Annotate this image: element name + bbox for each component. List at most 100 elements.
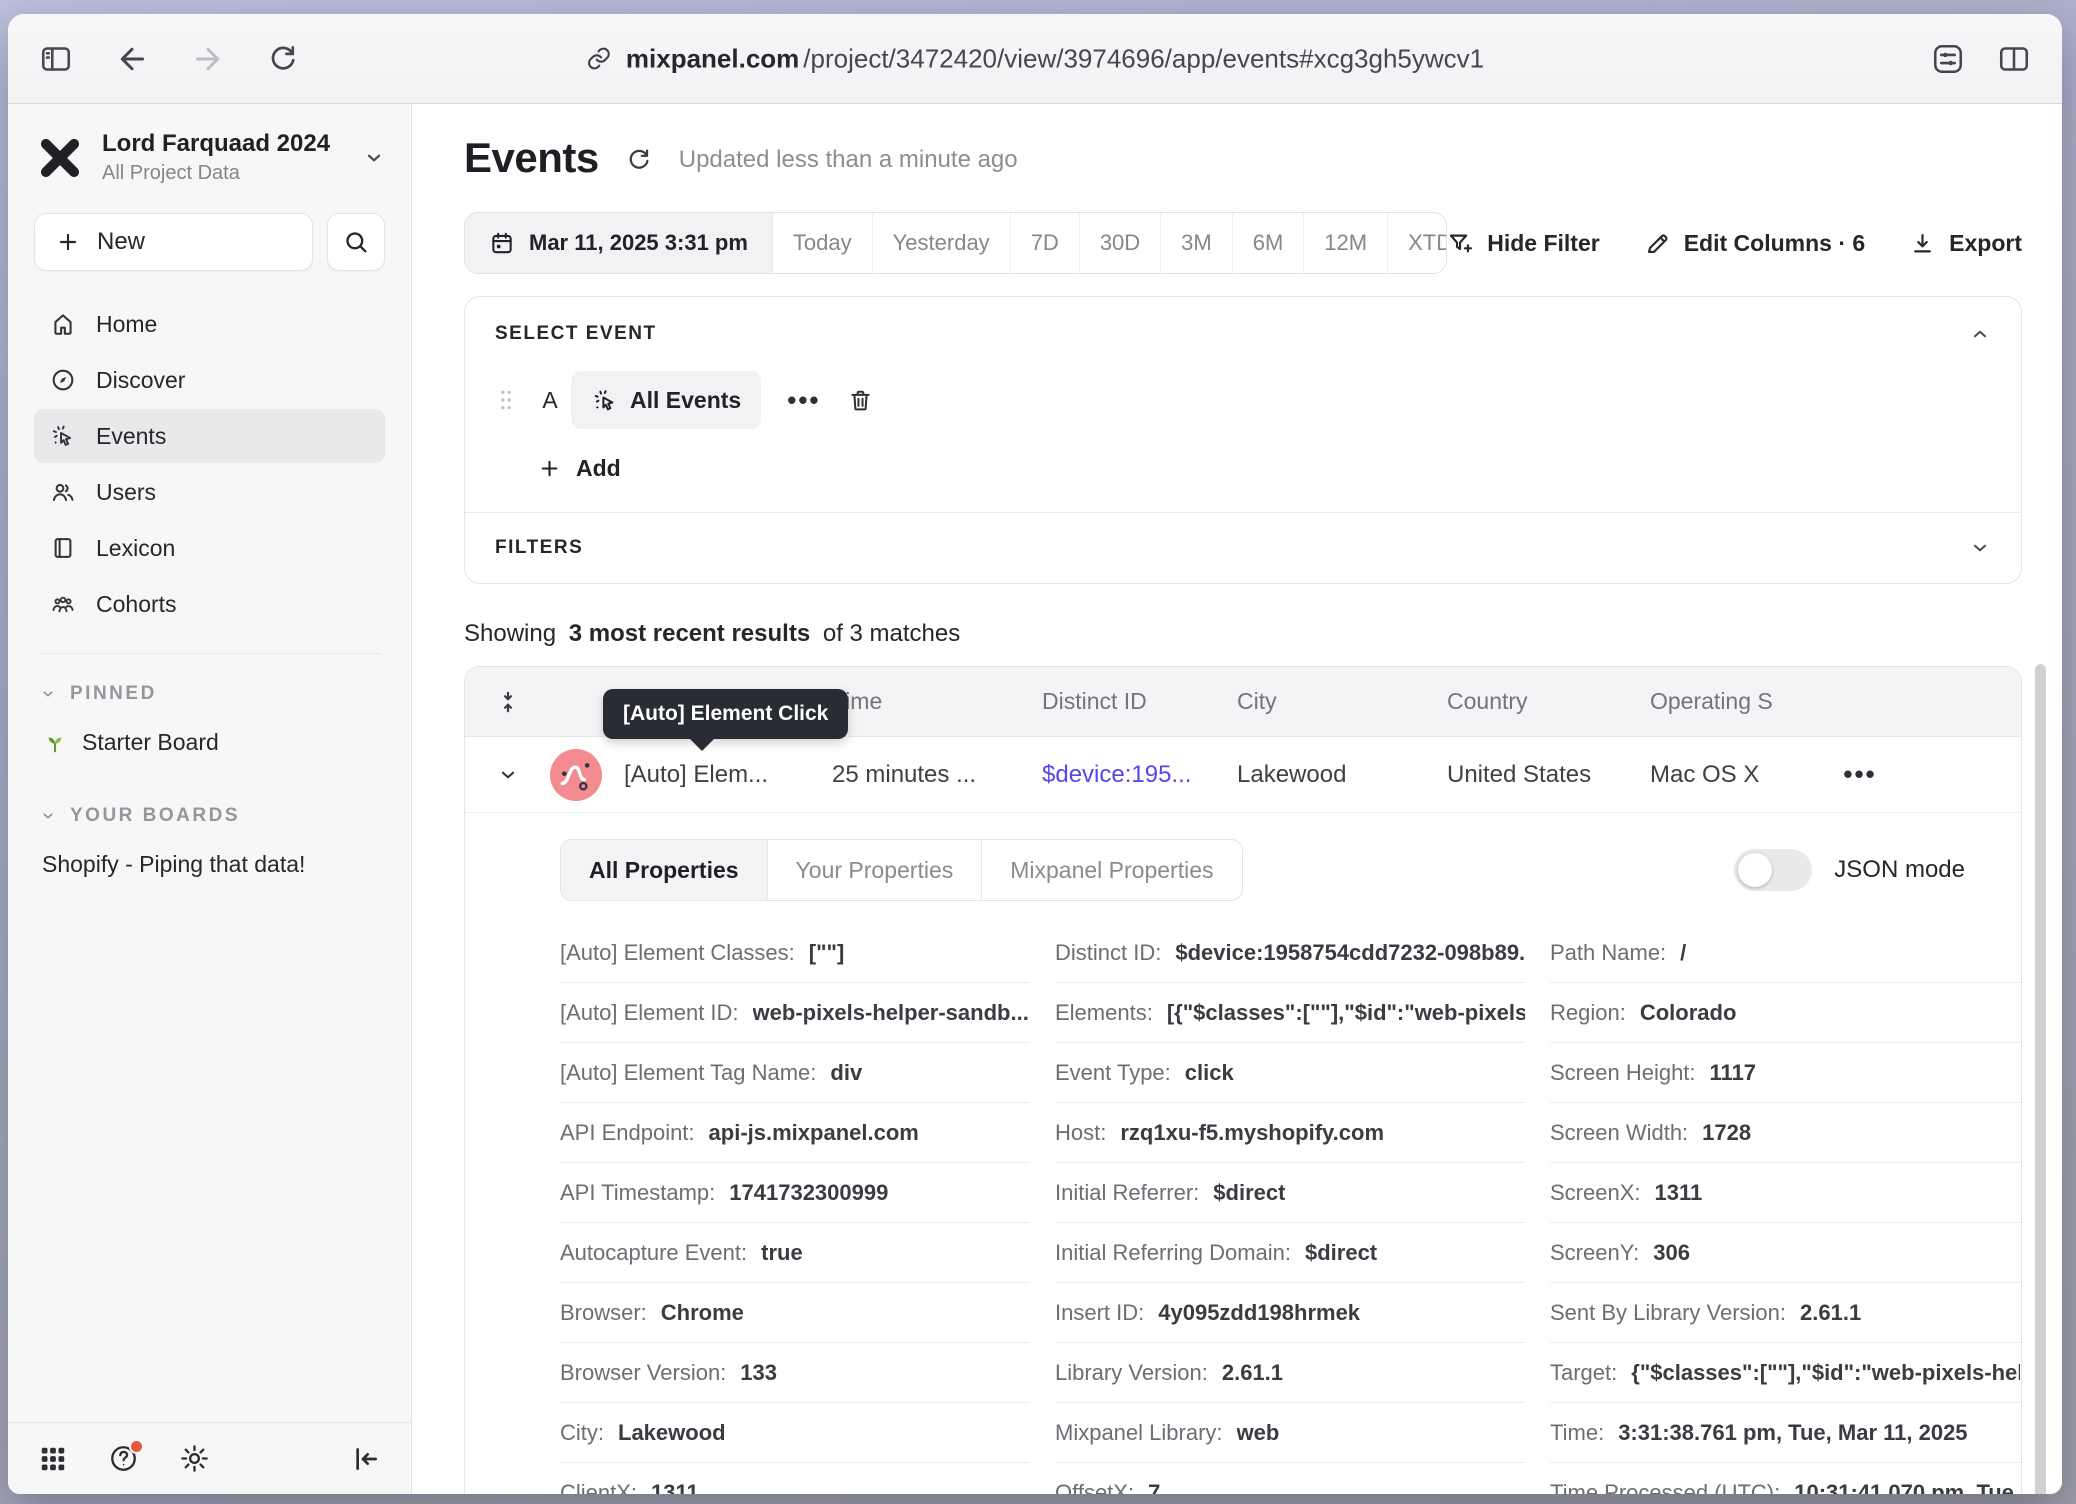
json-mode-toggle[interactable] xyxy=(1734,849,1812,891)
your-boards-section-header[interactable]: YOUR BOARDS xyxy=(34,794,385,838)
property-row: City:Lakewood xyxy=(560,1403,1030,1463)
edit-columns-button[interactable]: Edit Columns · 6 xyxy=(1644,230,1865,257)
address-bar[interactable]: mixpanel.com/project/3472420/view/397469… xyxy=(586,43,1484,74)
range-6m[interactable]: 6M xyxy=(1233,213,1305,273)
range-30d[interactable]: 30D xyxy=(1080,213,1161,273)
row-city: Lakewood xyxy=(1237,761,1447,789)
column-header-os[interactable]: Operating S xyxy=(1650,688,1815,715)
column-header-country[interactable]: Country xyxy=(1447,688,1650,715)
property-label: API Timestamp: xyxy=(560,1180,715,1206)
range-12m[interactable]: 12M xyxy=(1304,213,1388,273)
apps-grid-icon[interactable] xyxy=(38,1444,68,1474)
tooltip-label: [Auto] Element Click xyxy=(623,702,828,726)
json-mode-label: JSON mode xyxy=(1834,856,1965,884)
sidebar-item-starter-board[interactable]: Starter Board xyxy=(34,716,385,768)
filter-icon xyxy=(1447,230,1474,257)
property-value: 7 xyxy=(1148,1480,1160,1495)
sidebar-item-lexicon[interactable]: Lexicon xyxy=(34,521,385,575)
tab-all-properties[interactable]: All Properties xyxy=(561,840,768,900)
row-menu-icon[interactable]: ••• xyxy=(1815,759,1905,790)
range-3m[interactable]: 3M xyxy=(1161,213,1233,273)
reload-icon[interactable] xyxy=(266,42,300,76)
trash-icon[interactable] xyxy=(847,387,874,414)
split-view-icon[interactable] xyxy=(1996,41,2032,77)
drag-handle-icon[interactable] xyxy=(495,387,517,413)
collapse-rows-icon[interactable] xyxy=(495,689,521,715)
sidebar-item-discover[interactable]: Discover xyxy=(34,353,385,407)
range-label: Yesterday xyxy=(893,230,990,256)
property-row: Sent By Library Version: 2.61.1 xyxy=(1550,1283,2020,1343)
gear-icon[interactable] xyxy=(179,1443,210,1474)
property-value: $direct xyxy=(1213,1180,1285,1206)
add-label: Add xyxy=(576,455,621,482)
property-label: Region: xyxy=(1550,1000,1626,1026)
event-selector-chip[interactable]: All Events xyxy=(571,371,761,429)
workspace-switcher[interactable]: Lord Farquaad 2024 All Project Data xyxy=(34,130,385,185)
back-icon[interactable] xyxy=(114,41,150,77)
event-more-icon[interactable]: ••• xyxy=(787,385,820,416)
chevron-down-icon[interactable] xyxy=(1969,537,1991,559)
range-7d[interactable]: 7D xyxy=(1011,213,1080,273)
link-icon xyxy=(586,46,612,72)
property-value: 2.61.1 xyxy=(1800,1300,1861,1326)
hide-filter-button[interactable]: Hide Filter xyxy=(1447,230,1599,257)
export-button[interactable]: Export xyxy=(1909,230,2022,257)
summary-count: 3 most recent results xyxy=(569,620,810,647)
property-value: 306 xyxy=(1653,1240,1690,1266)
workspace-subtitle: All Project Data xyxy=(102,162,347,185)
panel-toggle-icon[interactable] xyxy=(38,41,74,77)
chevron-down-icon xyxy=(363,147,385,169)
property-value: Lakewood xyxy=(618,1420,726,1446)
property-row: Browser:Chrome xyxy=(560,1283,1030,1343)
add-event-button[interactable]: Add xyxy=(537,455,1991,482)
forward-icon[interactable] xyxy=(190,41,226,77)
property-value: 1741732300999 xyxy=(729,1180,888,1206)
refresh-icon[interactable] xyxy=(625,146,653,174)
sidebar-item-label: Events xyxy=(96,423,166,450)
property-row: Browser Version:133 xyxy=(560,1343,1030,1403)
sidebar-item-events[interactable]: Events xyxy=(34,409,385,463)
book-icon xyxy=(50,535,76,561)
tab-your-properties[interactable]: Your Properties xyxy=(768,840,983,900)
scrollbar-thumb[interactable] xyxy=(2035,664,2046,1494)
search-button[interactable] xyxy=(327,213,385,271)
property-value: div xyxy=(830,1060,862,1086)
property-value-link[interactable]: api-js.mixpanel.com xyxy=(709,1120,919,1146)
range-xtd[interactable]: XTD xyxy=(1388,213,1447,273)
sidebar-item-label: Home xyxy=(96,311,157,338)
range-today[interactable]: Today xyxy=(773,213,873,273)
summary-suffix: of 3 matches xyxy=(823,620,960,647)
new-button[interactable]: New xyxy=(34,213,313,271)
pinned-section-header[interactable]: PINNED xyxy=(34,672,385,716)
tab-mixpanel-properties[interactable]: Mixpanel Properties xyxy=(982,840,1241,900)
page-settings-icon[interactable] xyxy=(1930,41,1966,77)
mixpanel-logo-icon xyxy=(34,132,86,184)
range-yesterday[interactable]: Yesterday xyxy=(873,213,1011,273)
properties-column-3: Path Name:/ Region:Colorado Screen Heigh… xyxy=(1550,923,2020,1494)
property-value: web xyxy=(1237,1420,1280,1446)
filters-section[interactable]: FILTERS xyxy=(465,513,2021,583)
column-header-city[interactable]: City xyxy=(1237,688,1447,715)
sidebar-item-users[interactable]: Users xyxy=(34,465,385,519)
sidebar-item-board-shopify[interactable]: Shopify - Piping that data! xyxy=(34,838,385,890)
date-picker[interactable]: Mar 11, 2025 3:31 pm xyxy=(465,213,773,273)
sidebar-item-home[interactable]: Home xyxy=(34,297,385,351)
collapse-sidebar-icon[interactable] xyxy=(349,1443,381,1475)
row-distinct-id-link[interactable]: $device:195... xyxy=(1042,761,1237,789)
sidebar-item-cohorts[interactable]: Cohorts xyxy=(34,577,385,631)
property-label: Autocapture Event: xyxy=(560,1240,747,1266)
chevron-up-icon[interactable] xyxy=(1969,323,1991,345)
property-row: Host:rzq1xu-f5.myshopify.com xyxy=(1055,1103,1525,1163)
help-button[interactable] xyxy=(108,1443,139,1474)
column-header-distinct-id[interactable]: Distinct ID xyxy=(1042,688,1237,715)
property-row: Distinct ID:$device:1958754cdd7232-098b8… xyxy=(1055,923,1525,983)
range-label: 6M xyxy=(1253,230,1284,256)
column-header-time[interactable]: Time xyxy=(832,688,1042,715)
property-value-link[interactable]: $device:1958754cdd7232-098b89... xyxy=(1175,940,1525,966)
property-label: Sent By Library Version: xyxy=(1550,1300,1786,1326)
properties-column-2: Distinct ID:$device:1958754cdd7232-098b8… xyxy=(1055,923,1525,1494)
property-row: Time:3:31:38.761 pm, Tue, Mar 11, 2025 xyxy=(1550,1403,2020,1463)
property-value-link[interactable]: rzq1xu-f5.myshopify.com xyxy=(1120,1120,1384,1146)
chevron-down-icon xyxy=(40,808,56,824)
row-expander-chevron-icon[interactable] xyxy=(497,764,519,786)
